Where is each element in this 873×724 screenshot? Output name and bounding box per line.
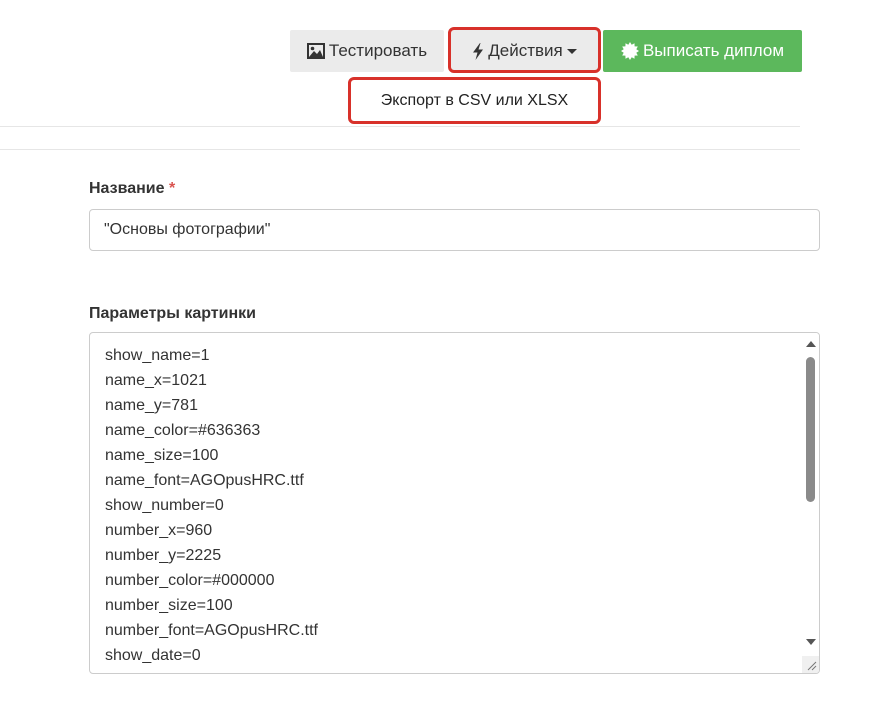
- param-line: name_size=100: [105, 447, 219, 464]
- param-line: show_name=1: [105, 347, 210, 364]
- bolt-icon: [472, 42, 484, 60]
- param-line: name_color=#636363: [105, 422, 261, 439]
- issue-diploma-button[interactable]: Выписать диплом: [603, 30, 802, 72]
- scroll-down-arrow-icon[interactable]: [806, 639, 816, 645]
- param-line: number_size=100: [105, 597, 233, 614]
- scrollbar-corner: [802, 656, 819, 673]
- param-line: show_date=0: [105, 647, 201, 664]
- param-line: name_x=1021: [105, 372, 207, 389]
- issue-diploma-label: Выписать диплом: [642, 41, 785, 60]
- param-line: show_number=0: [105, 497, 224, 514]
- param-line: number_x=960: [105, 522, 213, 539]
- param-line: name_y=781: [105, 397, 198, 414]
- resize-grip-icon[interactable]: [805, 659, 817, 671]
- name-field-label: Название *: [89, 180, 175, 198]
- scrollbar-thumb[interactable]: [806, 357, 815, 502]
- name-label-text: Название: [89, 180, 165, 197]
- certificate-icon: [620, 42, 639, 60]
- divider: [0, 149, 800, 150]
- export-csv-xlsx-item[interactable]: Экспорт в CSV или XLSX: [381, 92, 568, 110]
- image-params-lines: show_name=1 name_x=1021 name_y=781 name_col…: [105, 343, 318, 668]
- divider: [0, 126, 800, 127]
- image-params-textarea[interactable]: show_name=1 name_x=1021 name_y=781 name_col…: [89, 332, 820, 674]
- actions-dropdown-menu: Экспорт в CSV или XLSX: [348, 77, 601, 124]
- textarea-scrollbar[interactable]: [802, 333, 819, 673]
- toolbar: Тестировать Действия Выписать диплом Экс…: [0, 0, 873, 124]
- param-line: number_color=#000000: [105, 572, 275, 589]
- param-line: number_font=AGOpusHRC.ttf: [105, 622, 318, 639]
- actions-dropdown-button[interactable]: Действия: [451, 30, 598, 72]
- image-params-label: Параметры картинки: [89, 305, 256, 322]
- param-line: number_y=2225: [105, 547, 222, 564]
- test-button-label: Тестировать: [328, 41, 428, 60]
- actions-button-label: Действия: [488, 41, 563, 60]
- image-icon: [306, 43, 325, 59]
- param-line: name_font=AGOpusHRC.ttf: [105, 472, 304, 489]
- caret-down-icon: [566, 48, 577, 54]
- scroll-up-arrow-icon[interactable]: [806, 341, 816, 347]
- test-button[interactable]: Тестировать: [290, 30, 444, 72]
- required-asterisk: *: [168, 180, 176, 197]
- name-input[interactable]: [89, 209, 820, 251]
